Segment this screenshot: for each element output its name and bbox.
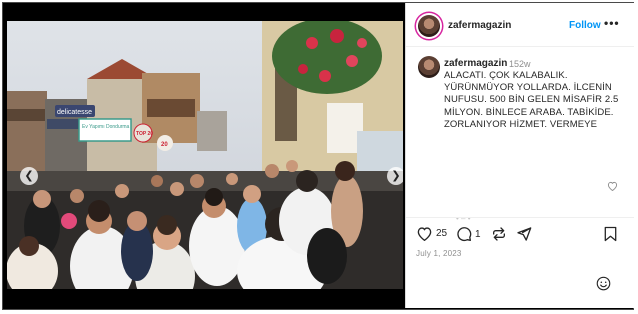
shop-sign-icecream: Ev Yapımı Dondurma (82, 124, 130, 130)
caption-like-icon[interactable] (607, 181, 618, 191)
post-header: zafermagazin Follow ••• (406, 3, 634, 47)
caption-username[interactable]: zafermagazin (444, 58, 507, 69)
avatar[interactable] (418, 15, 440, 37)
chevron-right-icon: ❯ (391, 169, 401, 182)
follow-button[interactable]: Follow (569, 20, 601, 31)
actions-divider (406, 217, 634, 219)
carousel-next-button[interactable]: ❯ (387, 167, 403, 185)
heart-icon (417, 227, 432, 241)
likes-count: 25 (436, 228, 448, 239)
share-icon (517, 227, 532, 241)
repost-icon (493, 227, 505, 241)
bookmark-icon (604, 226, 617, 242)
save-button[interactable] (604, 226, 617, 242)
share-button[interactable] (516, 226, 532, 242)
chevron-left-icon: ❮ (24, 169, 34, 182)
shop-sign-20: 20 (161, 142, 168, 148)
repost-button[interactable] (491, 226, 507, 242)
comment-icon (457, 227, 472, 242)
comments-count: 1 (475, 228, 481, 240)
shop-sign-top20: TOP 20 (136, 131, 153, 137)
shop-sign-delicatesse: delicatesse (57, 109, 92, 116)
emoji-icon[interactable] (596, 276, 611, 291)
header-username[interactable]: zafermagazin (448, 20, 511, 31)
carousel-prev-button[interactable]: ❮ (20, 167, 38, 185)
post-date[interactable]: July 1, 2023 (416, 249, 462, 258)
like-button[interactable]: 25 (416, 226, 447, 241)
post-time[interactable]: 152w (509, 59, 531, 69)
more-options-icon[interactable]: ••• (604, 16, 620, 30)
street-crowd-image: delicatesse Ev Yapımı Dondurma TOP 20 20 (7, 21, 403, 289)
post-photo[interactable]: delicatesse Ev Yapımı Dondurma TOP 20 20 (7, 21, 403, 289)
caption-avatar[interactable] (418, 56, 440, 78)
post-caption: ALACATI. ÇOK KALABALIK. YÜRÜNMÜYOR YOLLA… (444, 70, 619, 130)
post-side-panel: zafermagazin Follow ••• zafermagazin 152… (405, 3, 634, 308)
comment-button[interactable]: 1 (456, 226, 481, 242)
